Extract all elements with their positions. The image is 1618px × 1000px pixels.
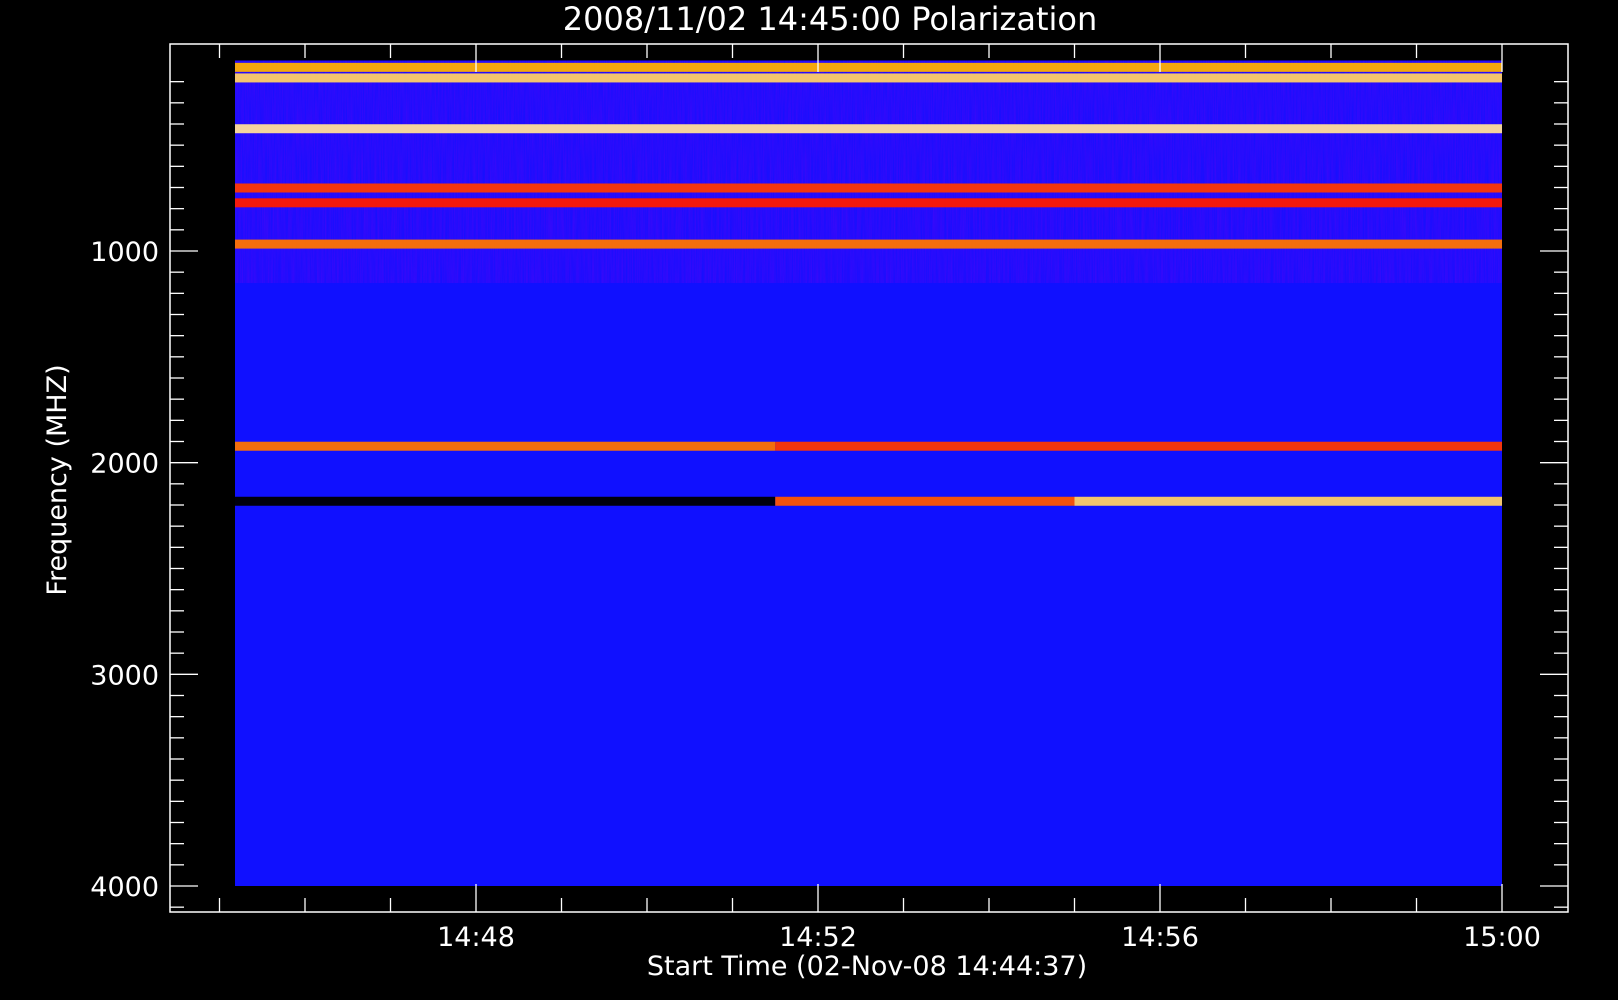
emission-band-1 — [235, 73, 1502, 83]
emission-band-7 — [775, 441, 1502, 451]
spectrogram-chart: 2008/11/02 14:45:00 Polarization 1000 200… — [42, 0, 1569, 982]
emission-band-9 — [775, 496, 1075, 506]
y-tick-label: 3000 — [90, 660, 159, 691]
emission-band-4 — [235, 198, 1502, 208]
emission-band-5 — [235, 239, 1502, 249]
x-tick-label: 15:00 — [1463, 922, 1541, 953]
spectrogram-image — [235, 60, 1502, 886]
x-tick-label: 14:52 — [779, 922, 857, 953]
emission-band-8 — [235, 496, 776, 506]
x-axis-label: Start Time (02-Nov-08 14:44:37) — [647, 951, 1087, 982]
emission-band-10 — [1074, 496, 1502, 506]
emission-band-6 — [235, 441, 776, 451]
y-tick-label: 2000 — [90, 449, 159, 480]
y-tick-label: 4000 — [90, 872, 159, 903]
x-tick-label: 14:56 — [1121, 922, 1199, 953]
emission-band-2 — [235, 124, 1502, 134]
chart-title: 2008/11/02 14:45:00 Polarization — [563, 0, 1097, 38]
y-axis-label: Frequency (MHZ) — [42, 364, 73, 595]
noise-region — [235, 60, 1502, 283]
x-tick-label: 14:48 — [437, 922, 515, 953]
y-tick-label: 1000 — [90, 237, 159, 268]
emission-band-0 — [235, 62, 1502, 72]
emission-band-3 — [235, 183, 1502, 193]
